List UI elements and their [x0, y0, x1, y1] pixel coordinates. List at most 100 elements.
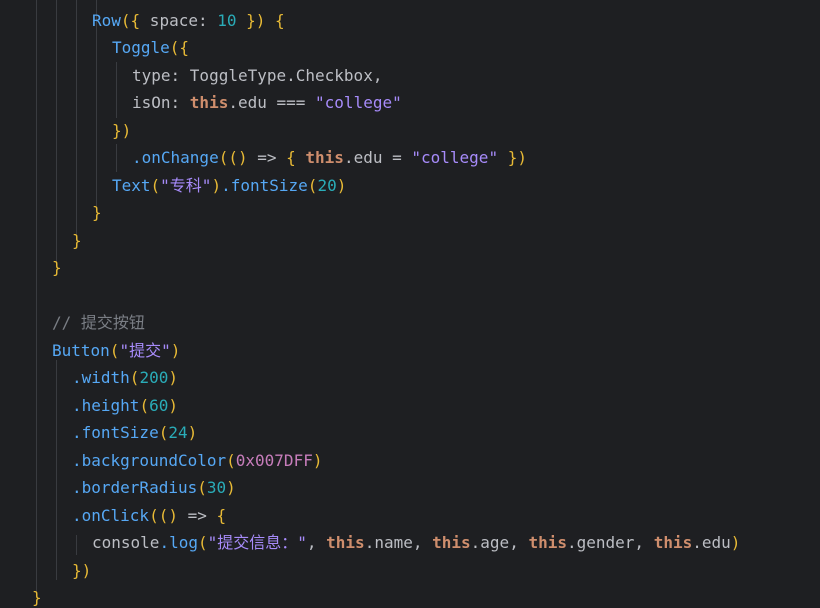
indent-guide [76, 535, 77, 555]
code-token: : ToggleType.Checkbox, [170, 65, 383, 85]
code-token: this [653, 533, 693, 552]
code-token: }) [498, 148, 527, 167]
code-token: 30 [206, 478, 227, 497]
code-line[interactable]: }) [112, 117, 131, 145]
code-token: 0x007DFF [235, 450, 313, 470]
code-token: } [92, 203, 102, 222]
code-token: ({ [120, 10, 141, 30]
code-token: } [72, 230, 82, 250]
code-line[interactable]: } [92, 199, 102, 227]
code-line[interactable]: .onChange(() => { this.edu = "college" }… [132, 144, 527, 172]
code-token: ({ [169, 38, 190, 57]
code-line[interactable]: .fontSize(24) [72, 419, 197, 447]
code-token: : [170, 93, 190, 112]
code-token: }) [112, 120, 132, 140]
code-editor[interactable]: Row({ space: 10 }) {Toggle({type: Toggle… [0, 0, 820, 608]
code-token: { [286, 148, 306, 167]
code-token: 24 [168, 423, 188, 442]
code-token: space [140, 10, 198, 30]
code-line[interactable]: } [52, 254, 62, 282]
code-token: "提交信息：" [207, 533, 307, 552]
code-line[interactable]: Button("提交") [52, 337, 180, 365]
code-token: this [305, 148, 344, 167]
indent-guide [116, 62, 117, 118]
code-token: this [528, 533, 567, 552]
code-token: console [92, 533, 160, 552]
code-token: }) [236, 10, 266, 30]
code-token: ( [139, 395, 150, 415]
code-token: this [432, 533, 471, 552]
code-token: ) [168, 368, 178, 387]
code-token: ) [170, 340, 181, 360]
code-line[interactable]: .borderRadius(30) [72, 474, 236, 502]
code-token: Button [52, 340, 110, 360]
indent-guide [56, 0, 57, 262]
code-token: .backgroundColor [72, 450, 227, 470]
indent-guide [56, 360, 57, 580]
code-line[interactable]: .onClick(() => { [72, 502, 226, 530]
code-token: Row [92, 10, 121, 30]
code-token: 20 [317, 175, 337, 195]
code-line[interactable]: .backgroundColor(0x007DFF) [72, 447, 322, 475]
code-token: .onClick [72, 505, 150, 525]
code-token: ) [211, 175, 222, 195]
code-token: } [52, 258, 62, 277]
code-token: "college" [315, 93, 402, 112]
code-line[interactable]: } [72, 227, 82, 255]
code-token: ) [336, 175, 347, 195]
code-token: , [306, 533, 327, 552]
code-token: 60 [149, 395, 169, 415]
code-token: .edu [692, 533, 731, 552]
code-token: isOn [132, 93, 171, 112]
code-token: ( [109, 340, 120, 360]
code-line[interactable]: console.log("提交信息：", this.name, this.age… [92, 529, 740, 557]
code-line[interactable]: }) [72, 557, 91, 585]
code-token: .name, [364, 533, 433, 552]
code-token: Toggle [112, 38, 170, 57]
code-token: ( [150, 175, 161, 195]
code-token: Text [112, 175, 151, 195]
code-token: "专科" [160, 175, 212, 195]
code-line[interactable]: Text("专科").fontSize(20) [112, 172, 346, 200]
code-line[interactable]: // 提交按钮 [52, 309, 145, 337]
code-token: ( [307, 175, 318, 195]
code-token: .height [72, 395, 140, 415]
code-token: .width [72, 368, 130, 387]
code-token: 10 [217, 10, 237, 30]
code-token: .edu = [343, 148, 412, 167]
code-line[interactable]: Toggle({ [112, 34, 189, 62]
code-line[interactable]: } [32, 584, 42, 608]
code-token: .onChange [132, 148, 219, 167]
code-token: .log [159, 533, 198, 552]
code-token: this [326, 533, 365, 552]
code-token: (() [149, 505, 188, 525]
code-token: ( [197, 478, 207, 497]
code-token: "college" [411, 148, 499, 167]
indent-guide [36, 0, 37, 592]
code-token: ( [158, 423, 169, 442]
code-token: .fontSize [72, 423, 159, 442]
code-token: ( [197, 533, 208, 552]
code-token: { [265, 10, 285, 30]
code-token: .fontSize [221, 175, 308, 195]
code-line[interactable]: .width(200) [72, 364, 178, 392]
code-token: .edu === [228, 93, 316, 112]
code-token: => [187, 505, 217, 525]
code-token: .borderRadius [72, 478, 198, 497]
code-token: ) [168, 395, 178, 415]
code-line[interactable]: .height(60) [72, 392, 178, 420]
code-line[interactable]: type: ToggleType.Checkbox, [132, 62, 382, 90]
code-token: ) [187, 423, 198, 442]
indent-guide [76, 0, 77, 234]
code-token: // 提交按钮 [52, 313, 145, 332]
code-line[interactable]: isOn: this.edu === "college" [132, 89, 402, 117]
code-line[interactable]: Row({ space: 10 }) { [92, 7, 285, 35]
code-token: { [216, 505, 227, 525]
code-token: : [197, 10, 218, 30]
code-token: this [189, 93, 229, 112]
code-token: (() [218, 148, 258, 167]
code-token: => [257, 148, 287, 167]
code-token: } [32, 588, 42, 607]
indent-guide [116, 144, 117, 172]
code-token: type [132, 65, 171, 85]
